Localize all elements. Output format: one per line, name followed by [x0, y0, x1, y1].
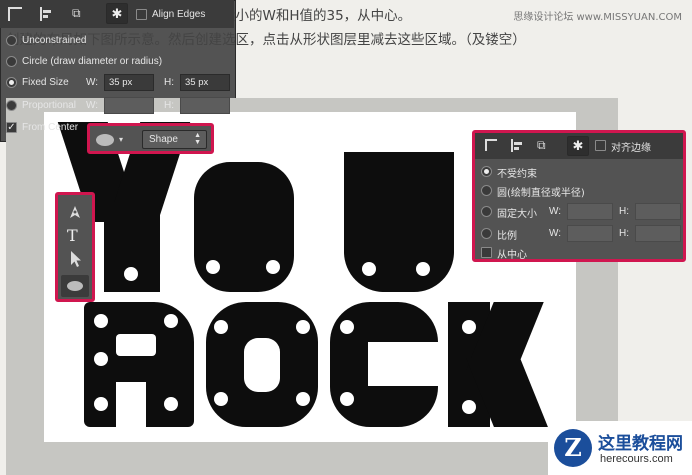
- proportional-label-cn: 比例: [497, 231, 517, 242]
- path-arrangement-icon-cn[interactable]: ⧉: [537, 138, 546, 153]
- ellipse-tool-icon[interactable]: [61, 275, 89, 297]
- fixed-size-label-cn: 固定大小: [497, 209, 537, 220]
- height-input-cn[interactable]: [635, 203, 681, 220]
- path-operations-icon-cn[interactable]: [485, 139, 497, 151]
- width-input-cn[interactable]: [567, 203, 613, 220]
- spinner-icon: ▲ ▼: [194, 132, 201, 146]
- type-tool-icon[interactable]: T: [67, 226, 78, 245]
- tools-panel: T: [55, 192, 95, 302]
- path-alignment-icon-cn[interactable]: [511, 139, 525, 153]
- height-input[interactable]: 35 px: [180, 74, 230, 91]
- height-label-cn: H:: [619, 206, 629, 217]
- unconstrained-radio-cn[interactable]: [481, 166, 492, 177]
- shape-mode-label: Shape: [149, 134, 178, 145]
- proportional-radio-cn[interactable]: [481, 228, 492, 239]
- path-operations-icon[interactable]: [8, 7, 22, 21]
- proportional-height-input[interactable]: [180, 97, 230, 114]
- proportional-height-label-cn: H:: [619, 228, 629, 239]
- from-center-checkbox[interactable]: ✓: [6, 122, 17, 133]
- proportional-radio[interactable]: [6, 100, 17, 111]
- selection-arrow-icon[interactable]: [68, 250, 84, 268]
- path-alignment-icon[interactable]: [40, 7, 54, 21]
- options-toolbar-en: ⧉ ✱ Align Edges: [0, 0, 234, 28]
- gear-icon-cn[interactable]: ✱: [567, 136, 589, 156]
- proportional-width-label: W:: [86, 100, 99, 111]
- proportional-width-label-cn: W:: [549, 228, 562, 239]
- width-label: W:: [86, 77, 99, 88]
- unconstrained-label: Unconstrained: [22, 35, 87, 46]
- align-edges-checkbox[interactable]: [136, 9, 147, 20]
- proportional-height-input-cn[interactable]: [635, 225, 681, 242]
- unconstrained-label-cn: 不受约束: [497, 169, 537, 180]
- from-center-checkbox-cn[interactable]: [481, 247, 492, 258]
- circle-label-cn: 圆(绘制直径或半径): [497, 188, 585, 199]
- site-watermark: 思缘设计论坛 www.MISSYUAN.COM: [513, 12, 682, 23]
- shape-options-bar: ▾ Shape ▲ ▼: [87, 123, 214, 154]
- proportional-height-label: H:: [164, 100, 174, 111]
- circle-radio-cn[interactable]: [481, 185, 492, 196]
- logo-url: herecours.com: [600, 453, 673, 465]
- options-toolbar-cn: ⧉ ✱ 对齐边缘: [475, 133, 683, 159]
- gear-icon[interactable]: ✱: [106, 3, 128, 24]
- circle-radio[interactable]: [6, 56, 17, 67]
- align-edges-checkbox-cn[interactable]: [595, 140, 606, 151]
- from-center-label-cn: 从中心: [497, 250, 527, 261]
- geometry-options-panel-cn: ⧉ ✱ 对齐边缘 不受约束 圆(绘制直径或半径) 固定大小 W: H: 比例 W…: [472, 130, 686, 262]
- logo-title: 这里教程网: [598, 434, 683, 454]
- align-edges-label-cn: 对齐边缘: [611, 143, 651, 154]
- fixed-size-radio-cn[interactable]: [481, 206, 492, 217]
- proportional-width-input-cn[interactable]: [567, 225, 613, 242]
- align-edges-label: Align Edges: [152, 9, 206, 20]
- proportional-label: Proportional: [22, 100, 76, 111]
- site-logo: Z 这里教程网 herecours.com: [548, 421, 692, 475]
- unconstrained-radio[interactable]: [6, 35, 17, 46]
- fixed-size-label: Fixed Size: [22, 77, 69, 88]
- fixed-size-radio[interactable]: [6, 77, 17, 88]
- ellipse-preset-icon[interactable]: ▾: [96, 132, 126, 148]
- shape-mode-select[interactable]: Shape ▲ ▼: [142, 130, 207, 149]
- logo-emblem-icon: Z: [554, 429, 592, 467]
- width-label-cn: W:: [549, 206, 562, 217]
- from-center-label: From Center: [22, 122, 79, 133]
- circle-label: Circle (draw diameter or radius): [22, 56, 163, 67]
- width-input[interactable]: 35 px: [104, 74, 154, 91]
- height-label: H:: [164, 77, 174, 88]
- proportional-width-input[interactable]: [104, 97, 154, 114]
- path-arrangement-icon[interactable]: ⧉: [72, 6, 81, 21]
- pen-tool-icon[interactable]: [66, 203, 84, 221]
